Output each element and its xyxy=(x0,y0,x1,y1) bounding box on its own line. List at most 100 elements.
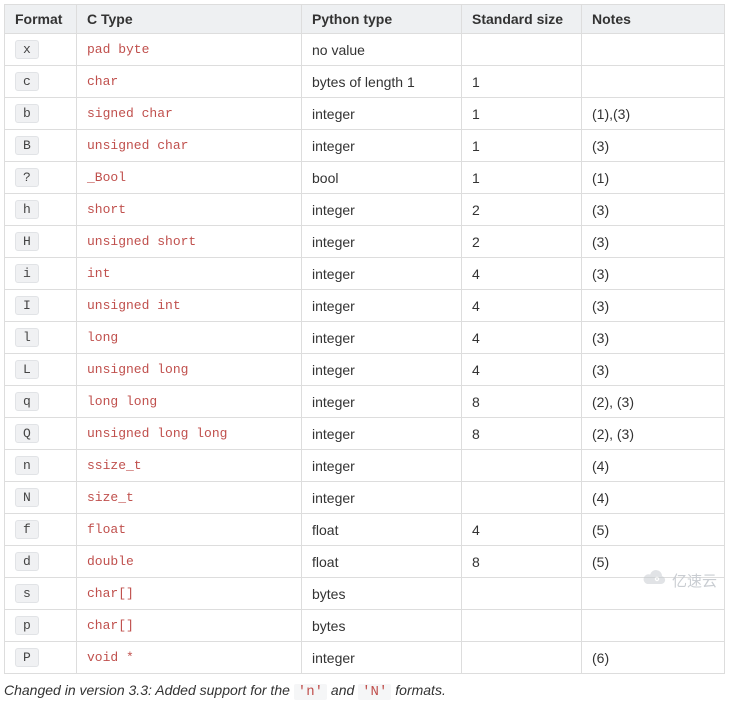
cell-size: 2 xyxy=(462,194,582,226)
cell-size: 4 xyxy=(462,514,582,546)
cell-notes: (5) xyxy=(582,514,725,546)
struct-format-table: Format C Type Python type Standard size … xyxy=(4,4,725,674)
cell-notes: (5) xyxy=(582,546,725,578)
format-badge: x xyxy=(15,40,39,59)
format-badge: b xyxy=(15,104,39,123)
note-prefix: Changed in version 3.3: xyxy=(4,682,152,698)
cell-ctype: float xyxy=(77,514,302,546)
cell-notes: (3) xyxy=(582,226,725,258)
cell-pytype: integer xyxy=(302,98,462,130)
format-badge: l xyxy=(15,328,39,347)
table-row: Qunsigned long longinteger8(2), (3) xyxy=(5,418,725,450)
note-text-b: and xyxy=(327,682,358,698)
cell-notes xyxy=(582,610,725,642)
cell-format: p xyxy=(5,610,77,642)
cell-pytype: integer xyxy=(302,194,462,226)
table-row: ccharbytes of length 11 xyxy=(5,66,725,98)
cell-size xyxy=(462,642,582,674)
cell-format: q xyxy=(5,386,77,418)
cell-format: i xyxy=(5,258,77,290)
cell-ctype: char[] xyxy=(77,610,302,642)
header-notes: Notes xyxy=(582,5,725,34)
header-format: Format xyxy=(5,5,77,34)
cell-size: 4 xyxy=(462,322,582,354)
table-row: ddoublefloat8(5) xyxy=(5,546,725,578)
cell-size: 1 xyxy=(462,98,582,130)
format-badge: ? xyxy=(15,168,39,187)
table-row: Nsize_tinteger(4) xyxy=(5,482,725,514)
cell-size xyxy=(462,578,582,610)
cell-ctype: short xyxy=(77,194,302,226)
format-badge: f xyxy=(15,520,39,539)
table-row: nssize_tinteger(4) xyxy=(5,450,725,482)
format-badge: Q xyxy=(15,424,39,443)
cell-size: 2 xyxy=(462,226,582,258)
cell-format: d xyxy=(5,546,77,578)
cell-ctype: long long xyxy=(77,386,302,418)
cell-notes: (2), (3) xyxy=(582,418,725,450)
cell-ctype: char xyxy=(77,66,302,98)
table-row: Pvoid *integer(6) xyxy=(5,642,725,674)
cell-ctype: unsigned short xyxy=(77,226,302,258)
cell-format: B xyxy=(5,130,77,162)
table-row: x pad byteno value xyxy=(5,34,725,66)
note-text-a: Added support for the xyxy=(152,682,294,698)
cell-ctype: signed char xyxy=(77,98,302,130)
cell-format: s xyxy=(5,578,77,610)
table-row: b signed charinteger1(1),(3) xyxy=(5,98,725,130)
cell-ctype: pad byte xyxy=(77,34,302,66)
format-badge: s xyxy=(15,584,39,603)
format-badge: q xyxy=(15,392,39,411)
cell-size: 4 xyxy=(462,290,582,322)
cell-pytype: integer xyxy=(302,642,462,674)
cell-pytype: integer xyxy=(302,226,462,258)
cell-pytype: integer xyxy=(302,482,462,514)
cell-format: H xyxy=(5,226,77,258)
cell-ctype: unsigned long long xyxy=(77,418,302,450)
cell-format: h xyxy=(5,194,77,226)
cell-size: 8 xyxy=(462,386,582,418)
cell-pytype: no value xyxy=(302,34,462,66)
table-row: iintinteger4(3) xyxy=(5,258,725,290)
note-code-b: 'N' xyxy=(358,684,391,700)
cell-size xyxy=(462,610,582,642)
cell-pytype: integer xyxy=(302,130,462,162)
cell-ctype: size_t xyxy=(77,482,302,514)
cell-size xyxy=(462,450,582,482)
table-row: Lunsigned longinteger4(3) xyxy=(5,354,725,386)
cell-size: 1 xyxy=(462,162,582,194)
cell-notes: (3) xyxy=(582,322,725,354)
table-row: qlong longinteger8(2), (3) xyxy=(5,386,725,418)
cell-ctype: unsigned char xyxy=(77,130,302,162)
cell-format: x xyxy=(5,34,77,66)
header-size: Standard size xyxy=(462,5,582,34)
format-badge: I xyxy=(15,296,39,315)
cell-pytype: integer xyxy=(302,322,462,354)
cell-ctype: long xyxy=(77,322,302,354)
table-row: hshortinteger2(3) xyxy=(5,194,725,226)
cell-size: 8 xyxy=(462,546,582,578)
table-row: ffloatfloat4(5) xyxy=(5,514,725,546)
cell-ctype: unsigned int xyxy=(77,290,302,322)
cell-notes: (1),(3) xyxy=(582,98,725,130)
cell-ctype: ssize_t xyxy=(77,450,302,482)
cell-format: l xyxy=(5,322,77,354)
cell-pytype: bytes xyxy=(302,610,462,642)
cell-notes: (1) xyxy=(582,162,725,194)
cell-notes: (4) xyxy=(582,482,725,514)
cell-format: P xyxy=(5,642,77,674)
header-pytype: Python type xyxy=(302,5,462,34)
cell-pytype: integer xyxy=(302,354,462,386)
header-ctype: C Type xyxy=(77,5,302,34)
format-badge: P xyxy=(15,648,39,667)
cell-pytype: integer xyxy=(302,418,462,450)
format-badge: L xyxy=(15,360,39,379)
cell-format: ? xyxy=(5,162,77,194)
cell-pytype: float xyxy=(302,514,462,546)
note-text-c: formats. xyxy=(391,682,445,698)
cell-notes: (3) xyxy=(582,290,725,322)
format-badge: h xyxy=(15,200,39,219)
table-row: Iunsigned intinteger4(3) xyxy=(5,290,725,322)
table-row: Bunsigned charinteger1(3) xyxy=(5,130,725,162)
cell-format: L xyxy=(5,354,77,386)
